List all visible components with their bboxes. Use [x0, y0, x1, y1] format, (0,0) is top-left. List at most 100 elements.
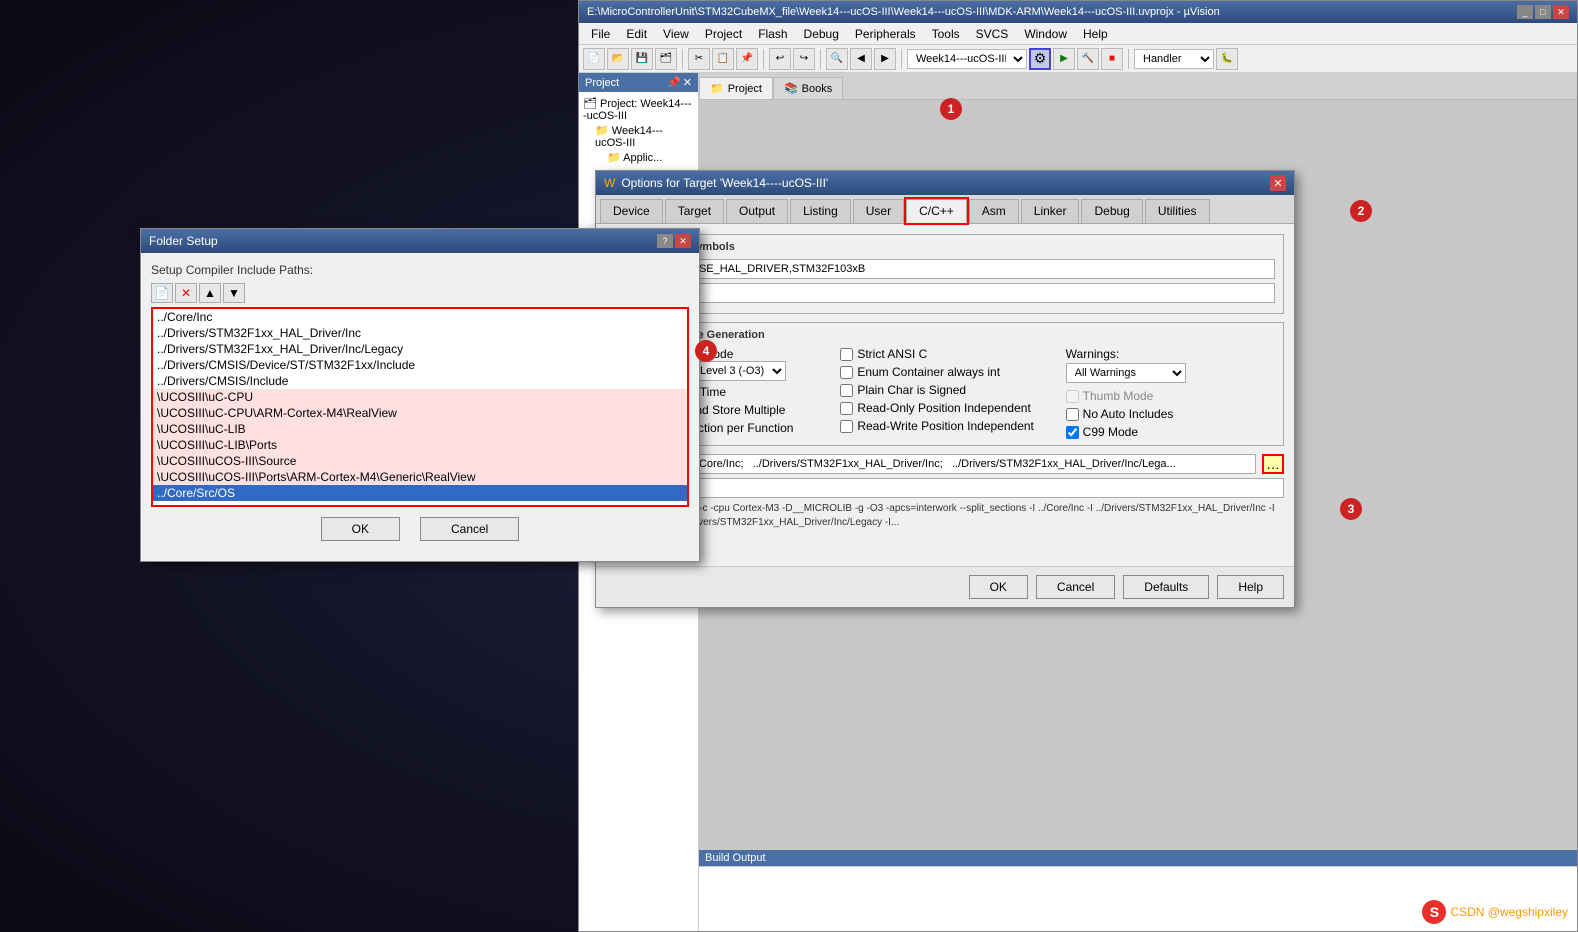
- tab-project[interactable]: 📁 Project: [699, 77, 773, 99]
- lang-col-3: Warnings: All Warnings Thumb Mode No Aut…: [1066, 347, 1275, 439]
- path-item-6[interactable]: \UCOSIII\uC-CPU\ARM-Cortex-M4\RealView: [153, 405, 687, 421]
- options-cancel-button[interactable]: Cancel: [1036, 575, 1115, 599]
- menu-svcs[interactable]: SVCS: [968, 25, 1017, 43]
- undefine-input[interactable]: [686, 283, 1275, 303]
- menu-tools[interactable]: Tools: [924, 25, 968, 43]
- redo-button[interactable]: ↪: [793, 48, 815, 70]
- folder-down-button[interactable]: ▼: [223, 283, 245, 303]
- tab-listing[interactable]: Listing: [790, 199, 851, 223]
- close-ide-button[interactable]: ✕: [1553, 5, 1569, 19]
- tab-device[interactable]: Device: [600, 199, 663, 223]
- path-item-10[interactable]: \UCOSIII\uCOS-III\Ports\ARM-Cortex-M4\Ge…: [153, 469, 687, 485]
- options-defaults-button[interactable]: Defaults: [1123, 575, 1209, 599]
- tree-root-icon: 🗂: [583, 98, 597, 110]
- c99-mode-cb[interactable]: [1066, 426, 1079, 439]
- tab-utilities[interactable]: Utilities: [1145, 199, 1210, 223]
- menu-file[interactable]: File: [583, 25, 618, 43]
- misc-controls-input[interactable]: [685, 478, 1284, 498]
- include-browse-button[interactable]: …: [1262, 454, 1284, 474]
- options-button[interactable]: ⚙: [1029, 48, 1051, 70]
- folder-question-button[interactable]: ?: [657, 234, 673, 248]
- tree-applic-item[interactable]: 📁 Applic...: [583, 150, 694, 165]
- tab-debug[interactable]: Debug: [1081, 199, 1142, 223]
- tree-week14-item[interactable]: 📁 Week14---ucOS-III: [583, 123, 694, 150]
- path-item-3[interactable]: ../Drivers/CMSIS/Device/ST/STM32F1xx/Inc…: [153, 357, 687, 373]
- copy-button[interactable]: 📋: [712, 48, 734, 70]
- target-combo[interactable]: Week14---ucOS-III: [907, 49, 1027, 69]
- handler-combo[interactable]: Handler: [1134, 49, 1214, 69]
- define-row: Define:: [615, 259, 1275, 279]
- options-ok-button[interactable]: OK: [969, 575, 1028, 599]
- build-output-header: Build Output: [699, 850, 1577, 866]
- include-paths-input[interactable]: [685, 454, 1256, 474]
- save-all-button[interactable]: 🗂: [655, 48, 677, 70]
- menu-window[interactable]: Window: [1016, 25, 1075, 43]
- define-input[interactable]: [686, 259, 1275, 279]
- undo-button[interactable]: ↩: [769, 48, 791, 70]
- misc-controls-row: Misc Controls: [606, 478, 1284, 498]
- tab-output[interactable]: Output: [726, 199, 788, 223]
- toolbar-sep-5: [1128, 49, 1129, 69]
- rebuild-button[interactable]: 🔨: [1077, 48, 1099, 70]
- path-item-0[interactable]: ../Core/Inc: [153, 309, 687, 325]
- path-item-5[interactable]: \UCOSIII\uC-CPU: [153, 389, 687, 405]
- read-only-cb[interactable]: [840, 402, 853, 415]
- maximize-button[interactable]: □: [1535, 5, 1551, 19]
- minimize-button[interactable]: _: [1517, 5, 1533, 19]
- path-item-11[interactable]: ../Core/Src/OS: [153, 485, 687, 501]
- path-item-1[interactable]: ../Drivers/STM32F1xx_HAL_Driver/Inc: [153, 325, 687, 341]
- options-close-button[interactable]: ✕: [1270, 175, 1286, 191]
- nav-back-button[interactable]: ◀: [850, 48, 872, 70]
- build-button[interactable]: ▶: [1053, 48, 1075, 70]
- tab-books[interactable]: 📚 Books: [773, 77, 843, 99]
- project-pin-icon[interactable]: 📌: [667, 76, 681, 89]
- folder-new-button[interactable]: 📄: [151, 283, 173, 303]
- menu-project[interactable]: Project: [697, 25, 750, 43]
- run-debug-button[interactable]: 🐛: [1216, 48, 1238, 70]
- read-write-cb[interactable]: [840, 420, 853, 433]
- folder-up-button[interactable]: ▲: [199, 283, 221, 303]
- menu-edit[interactable]: Edit: [618, 25, 655, 43]
- project-close-icon[interactable]: ✕: [683, 76, 692, 89]
- find-button[interactable]: 🔍: [826, 48, 848, 70]
- path-item-2[interactable]: ../Drivers/STM32F1xx_HAL_Driver/Inc/Lega…: [153, 341, 687, 357]
- path-item-8[interactable]: \UCOSIII\uC-LIB\Ports: [153, 437, 687, 453]
- tab-target[interactable]: Target: [665, 199, 724, 223]
- options-help-button[interactable]: Help: [1217, 575, 1284, 599]
- warnings-label: Warnings:: [1066, 347, 1120, 361]
- tab-asm[interactable]: Asm: [969, 199, 1019, 223]
- stop-button[interactable]: ■: [1101, 48, 1123, 70]
- tree-project-root[interactable]: 🗂 Project: Week14----ucOS-III: [583, 96, 694, 123]
- menu-debug[interactable]: Debug: [796, 25, 847, 43]
- thumb-mode-cb[interactable]: [1066, 390, 1079, 403]
- plain-char-cb[interactable]: [840, 384, 853, 397]
- folder-ok-button[interactable]: OK: [321, 517, 400, 541]
- folder-cancel-button[interactable]: Cancel: [420, 517, 519, 541]
- tab-linker[interactable]: Linker: [1021, 199, 1080, 223]
- warnings-combo[interactable]: All Warnings: [1066, 363, 1186, 383]
- open-button[interactable]: 📂: [607, 48, 629, 70]
- optimization-combo[interactable]: Level 3 (-O3): [691, 361, 786, 381]
- folder-close-button[interactable]: ✕: [675, 234, 691, 248]
- menu-flash[interactable]: Flash: [750, 25, 795, 43]
- path-item-4[interactable]: ../Drivers/CMSIS/Include: [153, 373, 687, 389]
- enum-container-cb[interactable]: [840, 366, 853, 379]
- cut-button[interactable]: ✂: [688, 48, 710, 70]
- path-item-7[interactable]: \UCOSIII\uC-LIB: [153, 421, 687, 437]
- tab-cc[interactable]: C/C++: [906, 199, 967, 223]
- save-button[interactable]: 💾: [631, 48, 653, 70]
- path-list[interactable]: ../Core/Inc ../Drivers/STM32F1xx_HAL_Dri…: [151, 307, 689, 507]
- new-file-button[interactable]: 📄: [583, 48, 605, 70]
- menu-view[interactable]: View: [655, 25, 697, 43]
- nav-fwd-button[interactable]: ▶: [874, 48, 896, 70]
- tab-user[interactable]: User: [853, 199, 904, 223]
- no-auto-cb[interactable]: [1066, 408, 1079, 421]
- paste-button[interactable]: 📌: [736, 48, 758, 70]
- plain-char-row: Plain Char is Signed: [840, 383, 1049, 397]
- menu-help[interactable]: Help: [1075, 25, 1116, 43]
- folder-delete-button[interactable]: ✕: [175, 283, 197, 303]
- project-tab-label: Project: [728, 83, 762, 95]
- path-item-9[interactable]: \UCOSIII\uCOS-III\Source: [153, 453, 687, 469]
- strict-ansi-cb[interactable]: [840, 348, 853, 361]
- menu-peripherals[interactable]: Peripherals: [847, 25, 924, 43]
